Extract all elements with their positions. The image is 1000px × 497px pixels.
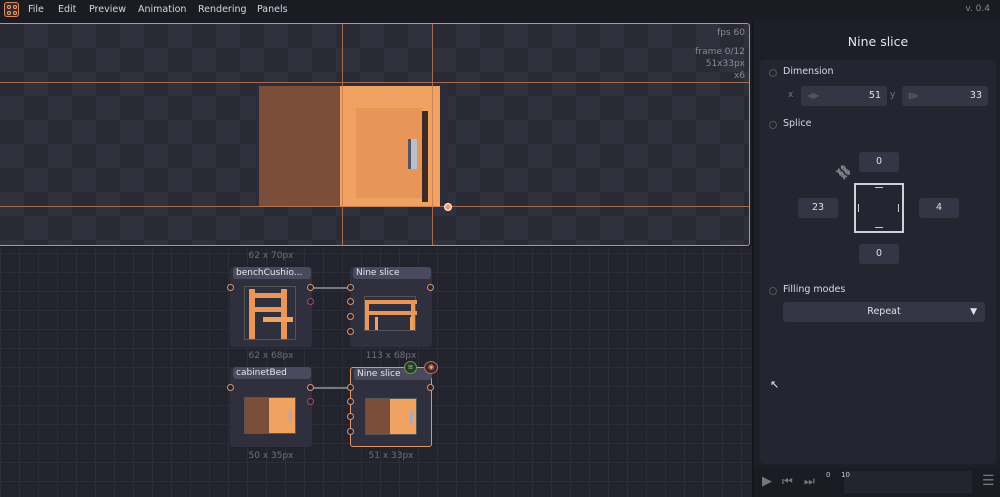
menu-icon[interactable]: ☰ bbox=[982, 473, 995, 489]
menu-preview[interactable]: Preview bbox=[89, 4, 126, 15]
inspect-node-icon[interactable]: ◉ bbox=[424, 361, 438, 374]
timeline-tick: 0 bbox=[826, 471, 831, 479]
node-thumbnail bbox=[244, 286, 296, 340]
node-benchcushion[interactable]: benchCushio... bbox=[230, 267, 312, 347]
input-port[interactable] bbox=[347, 384, 354, 391]
input-port[interactable] bbox=[347, 428, 354, 435]
menu-panels[interactable]: Panels bbox=[257, 4, 288, 15]
input-port[interactable] bbox=[347, 313, 354, 320]
output-port[interactable] bbox=[307, 284, 314, 291]
filling-anim-toggle[interactable] bbox=[769, 287, 777, 295]
menu-animation[interactable]: Animation bbox=[138, 4, 186, 15]
y-label: y bbox=[890, 90, 896, 100]
splice-right-input[interactable]: 4 bbox=[919, 198, 959, 218]
output-port[interactable] bbox=[427, 284, 434, 291]
slice-guide-bottom[interactable] bbox=[0, 206, 749, 207]
x-label: x bbox=[788, 90, 794, 100]
input-port[interactable] bbox=[227, 384, 234, 391]
previous-frame-icon[interactable]: ⏮ bbox=[782, 474, 793, 489]
preview-panel[interactable]: fps 60 frame 0/12 51x33px x6 bbox=[0, 23, 750, 246]
output-port[interactable] bbox=[307, 298, 314, 305]
slice-guide-right[interactable] bbox=[432, 24, 433, 245]
node-title: cabinetBed bbox=[233, 367, 311, 379]
fps-label: fps 60 bbox=[717, 28, 745, 38]
node-thumbnail bbox=[365, 398, 417, 435]
node-nine-slice-1[interactable]: Nine slice bbox=[350, 267, 432, 347]
preview-sprite bbox=[256, 83, 448, 207]
play-icon[interactable]: ▶ bbox=[762, 474, 772, 489]
node-graph[interactable]: 62 x 70px benchCushio... 62 x 68px Nine … bbox=[0, 247, 752, 497]
scale-label: x6 bbox=[733, 71, 745, 81]
node-thumbnail bbox=[364, 296, 417, 331]
output-port[interactable] bbox=[307, 398, 314, 405]
dimension-anim-toggle[interactable] bbox=[769, 69, 777, 77]
splice-left-input[interactable]: 23 bbox=[798, 198, 838, 218]
chevron-down-icon: ▼ bbox=[970, 307, 977, 317]
output-port[interactable] bbox=[427, 384, 434, 391]
menu-edit[interactable]: Edit bbox=[58, 4, 76, 15]
node-title: benchCushio... bbox=[233, 267, 311, 279]
node-size-label: 113 x 68px bbox=[365, 351, 417, 361]
node-thumbnail bbox=[244, 397, 296, 434]
size-label: 51x33px bbox=[705, 59, 745, 69]
slice-guide-top[interactable] bbox=[0, 82, 749, 83]
splice-label: Splice bbox=[783, 118, 812, 129]
input-port[interactable] bbox=[347, 413, 354, 420]
link-icon[interactable]: ⛓ bbox=[833, 162, 854, 183]
mouse-cursor-icon: ↖ bbox=[770, 378, 780, 391]
node-cabinetbed[interactable]: cabinetBed bbox=[230, 367, 312, 447]
node-size-label: 51 x 33px bbox=[368, 451, 414, 461]
dimension-x-input[interactable]: ◀▶ 51 bbox=[801, 86, 887, 106]
menu-file[interactable]: File bbox=[28, 4, 44, 15]
node-size-label: 62 x 68px bbox=[248, 351, 294, 361]
menu-bar: File Edit Preview Animation Rendering Pa… bbox=[0, 0, 1000, 20]
input-port[interactable] bbox=[347, 398, 354, 405]
panel-title: Nine slice bbox=[847, 34, 909, 49]
input-port[interactable] bbox=[347, 298, 354, 305]
node-title: Nine slice bbox=[354, 368, 432, 380]
inspector-panel: Nine slice Dimension x ◀▶ 51 y ▮▶ 33 Splic… bbox=[752, 20, 1000, 497]
dimension-label: Dimension bbox=[783, 66, 834, 77]
timeline-bar: ▶ ⏮ ⏭ 0 10 ☰ bbox=[754, 468, 1000, 497]
app-logo-icon[interactable] bbox=[4, 2, 19, 17]
preview-node-icon[interactable]: ≡ bbox=[404, 361, 417, 374]
splice-anim-toggle[interactable] bbox=[769, 121, 777, 129]
input-port[interactable] bbox=[227, 284, 234, 291]
frame-label: frame 0/12 bbox=[695, 47, 745, 57]
dimension-y-input[interactable]: ▮▶ 33 bbox=[902, 86, 988, 106]
splice-preview-box bbox=[854, 183, 904, 233]
timeline-tick: 10 bbox=[841, 471, 850, 479]
input-port[interactable] bbox=[347, 328, 354, 335]
node-title: Nine slice bbox=[353, 267, 431, 279]
output-port[interactable] bbox=[307, 384, 314, 391]
timeline-track[interactable]: 0 10 bbox=[826, 471, 972, 493]
splice-bottom-input[interactable]: 0 bbox=[859, 244, 899, 264]
splice-top-input[interactable]: 0 bbox=[859, 152, 899, 172]
filling-modes-label: Filling modes bbox=[783, 284, 846, 295]
input-port[interactable] bbox=[347, 284, 354, 291]
resize-handle[interactable] bbox=[444, 203, 452, 211]
menu-rendering[interactable]: Rendering bbox=[198, 4, 247, 15]
filling-mode-dropdown[interactable]: Repeat ▼ bbox=[783, 302, 985, 322]
node-size-label: 50 x 35px bbox=[248, 451, 294, 461]
properties: Dimension x ◀▶ 51 y ▮▶ 33 Splice 0 ⛓ 23 4 … bbox=[760, 60, 996, 464]
node-nine-slice-2-selected[interactable]: Nine slice bbox=[350, 367, 432, 447]
version-label: v. 0.4 bbox=[965, 4, 990, 14]
next-frame-icon[interactable]: ⏭ bbox=[804, 474, 815, 489]
slice-guide-left[interactable] bbox=[342, 24, 343, 245]
